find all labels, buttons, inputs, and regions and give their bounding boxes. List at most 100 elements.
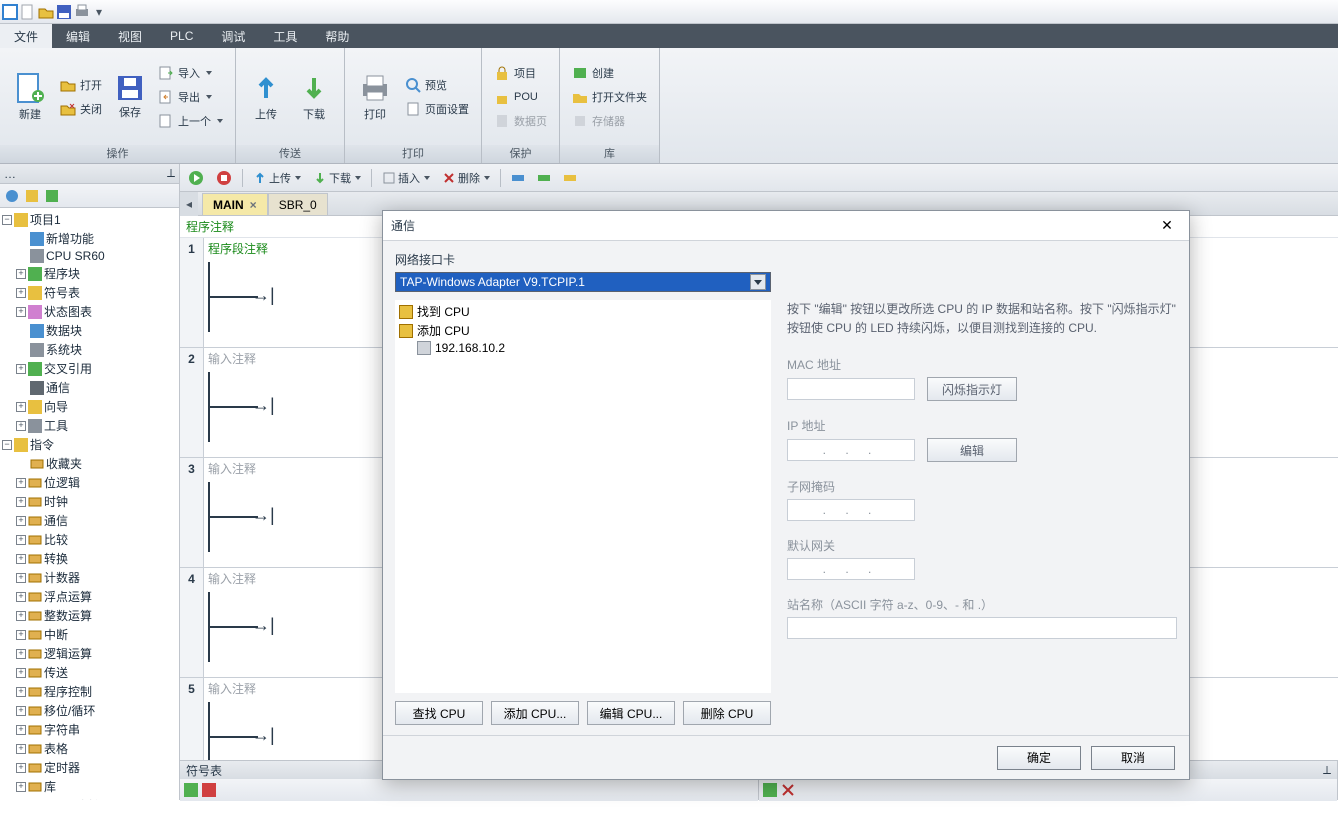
tree-instr-10[interactable]: +逻辑运算 <box>2 644 177 663</box>
menu-plc[interactable]: PLC <box>156 24 207 48</box>
tree-instr-1[interactable]: +位逻辑 <box>2 473 177 492</box>
tree-node-0[interactable]: 新增功能 <box>2 229 177 248</box>
tree-instr-0[interactable]: 收藏夹 <box>2 454 177 473</box>
import-button[interactable]: 导入 <box>154 62 227 84</box>
mac-input[interactable] <box>787 378 915 400</box>
menu-edit[interactable]: 编辑 <box>52 24 104 48</box>
tb-misc3[interactable] <box>559 169 581 187</box>
tree-instr-18[interactable]: +调用子例程 <box>2 796 177 800</box>
st-ic[interactable] <box>184 783 198 797</box>
tree-instr-3[interactable]: +通信 <box>2 511 177 530</box>
delete-cpu-button[interactable]: 删除 CPU <box>683 701 771 725</box>
blink-led-button[interactable]: 闪烁指示灯 <box>927 377 1017 401</box>
tree-node-7[interactable]: +交叉引用 <box>2 359 177 378</box>
vt-ic[interactable] <box>763 783 777 797</box>
stop-button[interactable] <box>212 168 236 188</box>
menu-file[interactable]: 文件 <box>0 24 52 48</box>
protect-project[interactable]: 项目 <box>490 62 551 84</box>
tree-instr-4[interactable]: +比较 <box>2 530 177 549</box>
tree-instr-12[interactable]: +程序控制 <box>2 682 177 701</box>
tree-instr-15[interactable]: +表格 <box>2 739 177 758</box>
tree-instr-7[interactable]: +浮点运算 <box>2 587 177 606</box>
tb-insert[interactable]: 插入 <box>378 168 434 188</box>
prev-button[interactable]: 上一个 <box>154 110 227 132</box>
pin-icon[interactable]: ⟂ <box>167 166 175 181</box>
protect-pou[interactable]: POU <box>490 86 551 108</box>
find-cpu-button[interactable]: 查找 CPU <box>395 701 483 725</box>
tree-node-2[interactable]: +程序块 <box>2 264 177 283</box>
cpu-found-row[interactable]: 找到 CPU <box>397 302 769 321</box>
upload-button[interactable]: 上传 <box>242 70 290 124</box>
tree-node-6[interactable]: 系统块 <box>2 340 177 359</box>
tb-delete[interactable]: 删除 <box>438 168 494 188</box>
tab-sbr0[interactable]: SBR_0 <box>268 193 328 215</box>
tree-instr-root[interactable]: −指令 <box>2 435 177 454</box>
tree-node-10[interactable]: +工具 <box>2 416 177 435</box>
tree-project-root[interactable]: −项目1 <box>2 210 177 229</box>
save-button[interactable]: 保存 <box>110 72 150 122</box>
tree-instr-2[interactable]: +时钟 <box>2 492 177 511</box>
tree-instr-13[interactable]: +移位/循环 <box>2 701 177 720</box>
preview-button[interactable]: 预览 <box>401 74 473 96</box>
tree-node-5[interactable]: 数据块 <box>2 321 177 340</box>
menu-debug[interactable]: 调试 <box>207 24 259 48</box>
tree-node-1[interactable]: CPU SR60 <box>2 248 177 264</box>
qat-customize[interactable]: ▾ <box>92 5 106 19</box>
tree-instr-9[interactable]: +中断 <box>2 625 177 644</box>
lib-open-folder[interactable]: 打开文件夹 <box>568 86 651 108</box>
tree-node-4[interactable]: +状态图表 <box>2 302 177 321</box>
tree-instr-16[interactable]: +定时器 <box>2 758 177 777</box>
project-tree[interactable]: −项目1 新增功能CPU SR60+程序块+符号表+状态图表数据块系统块+交叉引… <box>0 208 179 800</box>
open-button[interactable]: 打开 <box>56 74 106 96</box>
sb-ic3[interactable] <box>44 188 60 204</box>
tree-node-8[interactable]: 通信 <box>2 378 177 397</box>
tab-main[interactable]: MAIN× <box>202 193 268 215</box>
tree-node-3[interactable]: +符号表 <box>2 283 177 302</box>
tree-node-9[interactable]: +向导 <box>2 397 177 416</box>
download-button[interactable]: 下载 <box>290 70 338 124</box>
tb-misc2[interactable] <box>533 169 555 187</box>
pin-icon[interactable]: ⟂ <box>1323 763 1331 778</box>
cpu-add-row[interactable]: 添加 CPU <box>397 321 769 340</box>
close-icon[interactable]: × <box>250 198 257 212</box>
tree-instr-14[interactable]: +字符串 <box>2 720 177 739</box>
edit-cpu-button[interactable]: 编辑 CPU... <box>587 701 675 725</box>
st-ic[interactable] <box>202 783 216 797</box>
tab-scroll-left[interactable]: ◂ <box>180 192 198 216</box>
print-button[interactable]: 打印 <box>351 70 399 124</box>
sb-ic1[interactable] <box>4 188 20 204</box>
menu-view[interactable]: 视图 <box>104 24 156 48</box>
sb-ic2[interactable] <box>24 188 40 204</box>
open-icon[interactable] <box>38 4 54 20</box>
menu-help[interactable]: 帮助 <box>311 24 363 48</box>
tb-download[interactable]: 下载 <box>309 168 365 188</box>
close-button[interactable]: 关闭 <box>56 98 106 120</box>
add-cpu-button[interactable]: 添加 CPU... <box>491 701 579 725</box>
tb-misc1[interactable] <box>507 169 529 187</box>
cancel-button[interactable]: 取消 <box>1091 746 1175 770</box>
page-setup-button[interactable]: 页面设置 <box>401 98 473 120</box>
lib-create[interactable]: 创建 <box>568 62 651 84</box>
tree-instr-8[interactable]: +整数运算 <box>2 606 177 625</box>
cpu-list[interactable]: 找到 CPU 添加 CPU 192.168.10.2 <box>395 300 771 693</box>
chevron-down-icon[interactable] <box>750 274 766 290</box>
save-icon[interactable] <box>56 4 72 20</box>
ok-button[interactable]: 确定 <box>997 746 1081 770</box>
new-button[interactable]: 新建 <box>6 70 54 124</box>
menu-tools[interactable]: 工具 <box>259 24 311 48</box>
vt-ic[interactable] <box>781 783 795 797</box>
tree-instr-17[interactable]: +库 <box>2 777 177 796</box>
edit-ip-button[interactable]: 编辑 <box>927 438 1017 462</box>
gateway-input[interactable]: . . . <box>787 558 915 580</box>
export-button[interactable]: 导出 <box>154 86 227 108</box>
station-input[interactable] <box>787 617 1177 639</box>
subnet-input[interactable]: . . . <box>787 499 915 521</box>
tb-upload[interactable]: 上传 <box>249 168 305 188</box>
tree-instr-6[interactable]: +计数器 <box>2 568 177 587</box>
print-icon[interactable] <box>74 4 90 20</box>
tree-instr-11[interactable]: +传送 <box>2 663 177 682</box>
nic-select[interactable]: TAP-Windows Adapter V9.TCPIP.1 <box>395 272 771 292</box>
ip-input[interactable]: . . . <box>787 439 915 461</box>
new-icon[interactable] <box>20 4 36 20</box>
tree-instr-5[interactable]: +转换 <box>2 549 177 568</box>
